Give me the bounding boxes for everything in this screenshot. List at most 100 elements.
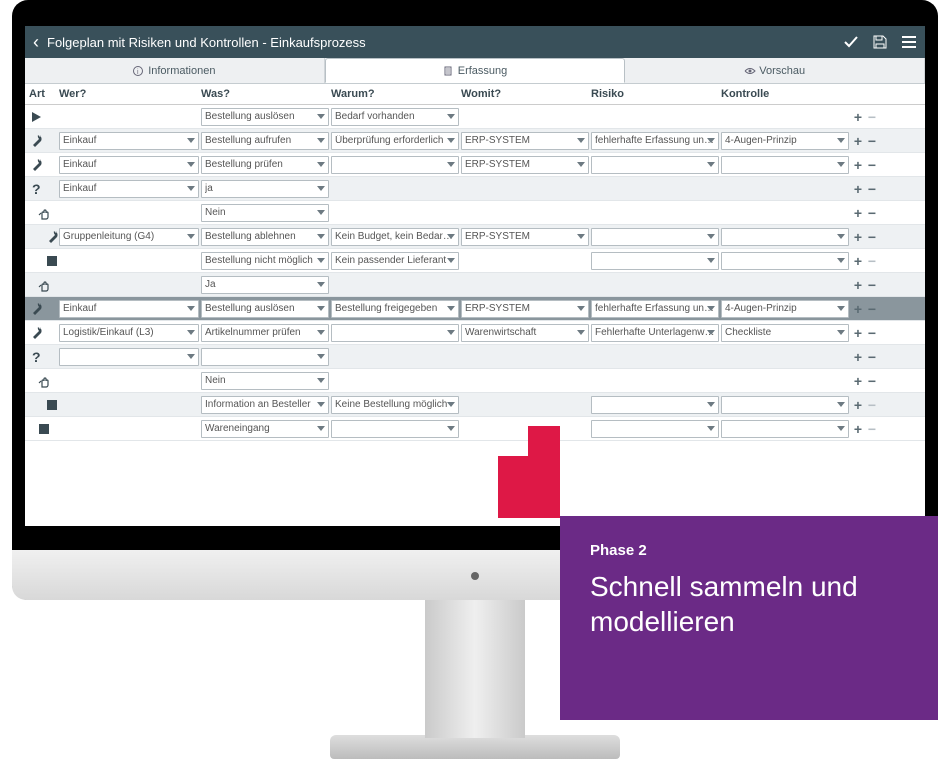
menu-icon[interactable]: [901, 35, 917, 49]
warum-dropdown[interactable]: Bedarf vorhanden: [331, 108, 459, 126]
remove-row-button[interactable]: −: [865, 253, 879, 269]
remove-row-button[interactable]: −: [865, 109, 879, 125]
remove-row-button[interactable]: −: [865, 301, 879, 317]
warum-dropdown[interactable]: Kein passender Lieferant: [331, 252, 459, 270]
warum-dropdown[interactable]: Kein Budget, kein Bedarf, etc.: [331, 228, 459, 246]
kontrolle-dropdown[interactable]: [721, 252, 849, 270]
womit-dropdown[interactable]: ERP-SYSTEM: [461, 132, 589, 150]
was-dropdown[interactable]: Artikelnummer prüfen: [201, 324, 329, 342]
was-dropdown[interactable]: Information an Besteller: [201, 396, 329, 414]
table-row[interactable]: ?Einkaufja+−: [25, 177, 925, 201]
add-row-button[interactable]: +: [851, 301, 865, 317]
was-dropdown[interactable]: Ja: [201, 276, 329, 294]
was-dropdown[interactable]: Nein: [201, 372, 329, 390]
was-dropdown[interactable]: Bestellung ablehnen: [201, 228, 329, 246]
was-dropdown[interactable]: ja: [201, 180, 329, 198]
table-row[interactable]: Nein +−: [25, 369, 925, 393]
wer-dropdown[interactable]: Gruppenleitung (G4): [59, 228, 199, 246]
risiko-dropdown[interactable]: Fehlerhafte Unterlagenweiterleitung: [591, 324, 719, 342]
table-row[interactable]: Ja +−: [25, 273, 925, 297]
risiko-dropdown[interactable]: [591, 156, 719, 174]
warum-dropdown[interactable]: Überprüfung erforderlich: [331, 132, 459, 150]
table-row[interactable]: EinkaufBestellung aufrufenÜberprüfung er…: [25, 129, 925, 153]
table-row[interactable]: Wareneingang +−: [25, 417, 925, 441]
table-row[interactable]: Nein +−: [25, 201, 925, 225]
table-row[interactable]: Gruppenleitung (G4)Bestellung ablehnenKe…: [25, 225, 925, 249]
wer-dropdown[interactable]: Einkauf: [59, 180, 199, 198]
remove-row-button[interactable]: −: [865, 133, 879, 149]
risiko-dropdown[interactable]: [591, 420, 719, 438]
wer-dropdown[interactable]: [59, 348, 199, 366]
was-dropdown[interactable]: Bestellung aufrufen: [201, 132, 329, 150]
remove-row-button[interactable]: −: [865, 325, 879, 341]
add-row-button[interactable]: +: [851, 229, 865, 245]
table-row[interactable]: Logistik/Einkauf (L3)Artikelnummer prüfe…: [25, 321, 925, 345]
kontrolle-dropdown[interactable]: 4-Augen-Prinzip: [721, 300, 849, 318]
wer-dropdown[interactable]: Einkauf: [59, 300, 199, 318]
tab-erfassung[interactable]: Erfassung: [325, 58, 626, 83]
kontrolle-dropdown[interactable]: [721, 396, 849, 414]
remove-row-button[interactable]: −: [865, 397, 879, 413]
wer-dropdown[interactable]: Einkauf: [59, 132, 199, 150]
add-row-button[interactable]: +: [851, 421, 865, 437]
kontrolle-dropdown[interactable]: [721, 228, 849, 246]
warum-dropdown[interactable]: Keine Bestellung möglich: [331, 396, 459, 414]
womit-dropdown[interactable]: ERP-SYSTEM: [461, 300, 589, 318]
remove-row-button[interactable]: −: [865, 277, 879, 293]
add-row-button[interactable]: +: [851, 373, 865, 389]
was-dropdown[interactable]: Bestellung auslösen: [201, 300, 329, 318]
risiko-dropdown[interactable]: [591, 228, 719, 246]
table-row[interactable]: Information an BestellerKeine Bestellung…: [25, 393, 925, 417]
was-dropdown[interactable]: Wareneingang: [201, 420, 329, 438]
remove-row-button[interactable]: −: [865, 349, 879, 365]
table-row[interactable]: EinkaufBestellung prüfen ERP-SYSTEM +−: [25, 153, 925, 177]
risiko-dropdown[interactable]: [591, 252, 719, 270]
add-row-button[interactable]: +: [851, 397, 865, 413]
risiko-dropdown[interactable]: fehlerhafte Erfassung und Bearbeitung: [591, 132, 719, 150]
add-row-button[interactable]: +: [851, 349, 865, 365]
was-dropdown[interactable]: Bestellung auslösen: [201, 108, 329, 126]
add-row-button[interactable]: +: [851, 181, 865, 197]
was-dropdown[interactable]: Bestellung prüfen: [201, 156, 329, 174]
remove-row-button[interactable]: −: [865, 373, 879, 389]
remove-row-button[interactable]: −: [865, 181, 879, 197]
remove-row-button[interactable]: −: [865, 229, 879, 245]
table-row[interactable]: Bestellung auslösenBedarf vorhanden +−: [25, 105, 925, 129]
table-row[interactable]: EinkaufBestellung auslösenBestellung fre…: [25, 297, 925, 321]
risiko-dropdown[interactable]: fehlerhafte Erfassung und Bearbeitung: [591, 300, 719, 318]
back-button[interactable]: ‹: [33, 32, 39, 53]
add-row-button[interactable]: +: [851, 325, 865, 341]
add-row-button[interactable]: +: [851, 109, 865, 125]
table-row[interactable]: Bestellung nicht möglichKein passender L…: [25, 249, 925, 273]
add-row-button[interactable]: +: [851, 205, 865, 221]
warum-dropdown[interactable]: [331, 420, 459, 438]
womit-dropdown[interactable]: ERP-SYSTEM: [461, 156, 589, 174]
add-row-button[interactable]: +: [851, 133, 865, 149]
save-icon[interactable]: [873, 35, 887, 49]
kontrolle-dropdown[interactable]: 4-Augen-Prinzip: [721, 132, 849, 150]
warum-dropdown[interactable]: Bestellung freigegeben: [331, 300, 459, 318]
was-dropdown[interactable]: Bestellung nicht möglich: [201, 252, 329, 270]
womit-dropdown[interactable]: Warenwirtschaft: [461, 324, 589, 342]
check-icon[interactable]: [843, 34, 859, 50]
was-dropdown[interactable]: Nein: [201, 204, 329, 222]
warum-dropdown[interactable]: [331, 324, 459, 342]
remove-row-button[interactable]: −: [865, 157, 879, 173]
warum-dropdown[interactable]: [331, 156, 459, 174]
kontrolle-dropdown[interactable]: [721, 420, 849, 438]
wer-dropdown[interactable]: Einkauf: [59, 156, 199, 174]
table-row[interactable]: ?+−: [25, 345, 925, 369]
remove-row-button[interactable]: −: [865, 205, 879, 221]
remove-row-button[interactable]: −: [865, 421, 879, 437]
tab-vorschau[interactable]: Vorschau: [625, 58, 925, 83]
was-dropdown[interactable]: [201, 348, 329, 366]
add-row-button[interactable]: +: [851, 253, 865, 269]
wer-dropdown[interactable]: Logistik/Einkauf (L3): [59, 324, 199, 342]
kontrolle-dropdown[interactable]: [721, 156, 849, 174]
kontrolle-dropdown[interactable]: Checkliste: [721, 324, 849, 342]
add-row-button[interactable]: +: [851, 277, 865, 293]
risiko-dropdown[interactable]: [591, 396, 719, 414]
tab-informationen[interactable]: iInformationen: [25, 58, 325, 83]
add-row-button[interactable]: +: [851, 157, 865, 173]
womit-dropdown[interactable]: ERP-SYSTEM: [461, 228, 589, 246]
